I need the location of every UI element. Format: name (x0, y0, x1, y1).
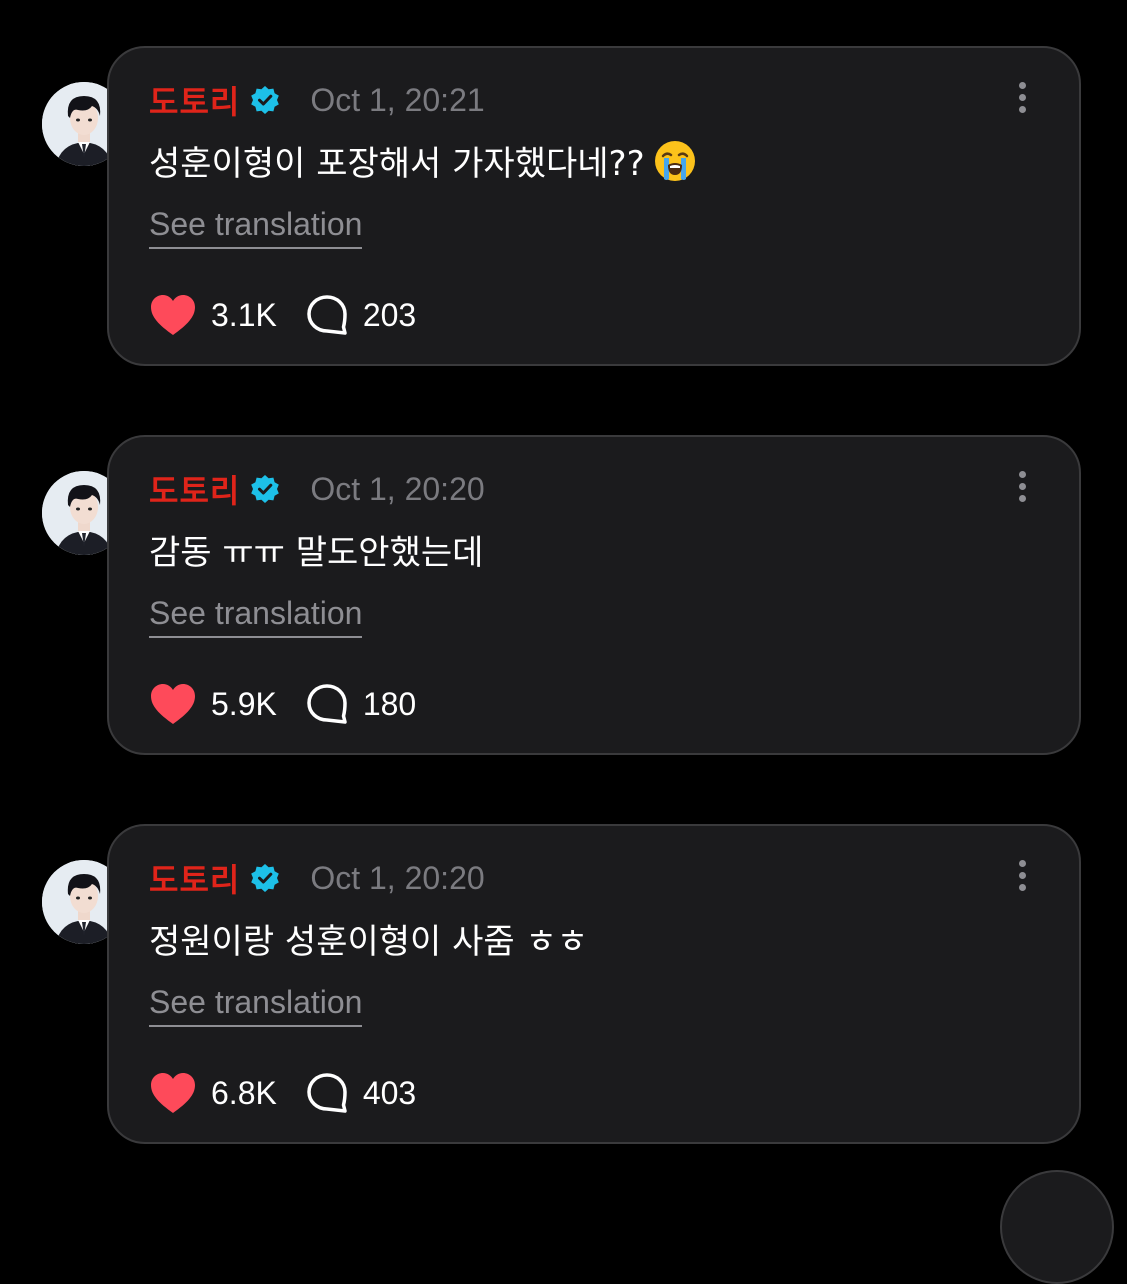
like-button[interactable]: 6.8K (149, 1071, 277, 1115)
comment-count: 180 (362, 685, 417, 722)
like-count: 5.9K (211, 685, 277, 722)
timestamp: Oct 1, 20:21 (310, 81, 485, 118)
username[interactable]: 도토리 (149, 466, 240, 512)
post-actions: 3.1K 203 (149, 292, 416, 338)
like-button[interactable]: 5.9K (149, 682, 277, 726)
post-header: 도토리 Oct 1, 20:20 (149, 856, 485, 900)
like-button[interactable]: 3.1K (149, 293, 277, 337)
post-content-card[interactable]: 도토리 Oct 1, 20:21 성훈이형이 포장해서 가자했다네?? See … (107, 46, 1081, 366)
like-count: 6.8K (211, 1074, 277, 1111)
post-text-content: 성훈이형이 포장해서 가자했다네?? (149, 144, 645, 184)
more-options-icon[interactable] (1015, 471, 1029, 505)
verified-badge-icon (250, 863, 280, 893)
post-card: 도토리 Oct 1, 20:20 정원이랑 성훈이형이 사줌 ㅎㅎ See tr… (0, 824, 1127, 1154)
heart-icon (151, 684, 195, 724)
post-text: 정원이랑 성훈이형이 사줌 ㅎㅎ (149, 914, 588, 963)
post-text: 감동 ㅠㅠ 말도안했는데 (149, 525, 483, 574)
comment-count: 403 (362, 1074, 417, 1111)
comment-icon (307, 1073, 347, 1113)
more-options-icon[interactable] (1015, 82, 1029, 116)
username[interactable]: 도토리 (149, 855, 240, 901)
post-actions: 5.9K 180 (149, 681, 416, 727)
comment-icon (307, 295, 347, 335)
post-content-card[interactable]: 도토리 Oct 1, 20:20 감동 ㅠㅠ 말도안했는데 See transl… (107, 435, 1081, 755)
more-options-icon[interactable] (1015, 860, 1029, 894)
timestamp: Oct 1, 20:20 (310, 470, 485, 507)
heart-icon (151, 1073, 195, 1113)
comment-button[interactable]: 203 (305, 293, 416, 337)
comment-icon (307, 684, 347, 724)
see-translation-link[interactable]: See translation (149, 984, 363, 1027)
see-translation-link[interactable]: See translation (149, 595, 363, 638)
like-count: 3.1K (211, 296, 277, 333)
post-header: 도토리 Oct 1, 20:20 (149, 467, 485, 511)
post-text-content: 감동 ㅠㅠ 말도안했는데 (149, 533, 484, 573)
heart-icon (151, 295, 195, 335)
post-card: 도토리 Oct 1, 20:20 감동 ㅠㅠ 말도안했는데 See transl… (0, 435, 1127, 765)
verified-badge-icon (250, 85, 280, 115)
verified-badge-icon (250, 474, 280, 504)
post-card: 도토리 Oct 1, 20:21 성훈이형이 포장해서 가자했다네?? See … (0, 46, 1127, 376)
post-actions: 6.8K 403 (149, 1070, 416, 1116)
floating-action-button[interactable] (1000, 1170, 1114, 1284)
see-translation-link[interactable]: See translation (149, 206, 363, 249)
username[interactable]: 도토리 (149, 77, 240, 123)
post-text-content: 정원이랑 성훈이형이 사줌 ㅎㅎ (149, 922, 589, 962)
post-text: 성훈이형이 포장해서 가자했다네?? (149, 136, 697, 185)
comment-button[interactable]: 180 (305, 682, 416, 726)
loudly-crying-face-icon (653, 139, 697, 183)
comment-count: 203 (362, 296, 417, 333)
timestamp: Oct 1, 20:20 (310, 859, 485, 896)
post-content-card[interactable]: 도토리 Oct 1, 20:20 정원이랑 성훈이형이 사줌 ㅎㅎ See tr… (107, 824, 1081, 1144)
post-header: 도토리 Oct 1, 20:21 (149, 78, 485, 122)
comment-button[interactable]: 403 (305, 1071, 416, 1115)
